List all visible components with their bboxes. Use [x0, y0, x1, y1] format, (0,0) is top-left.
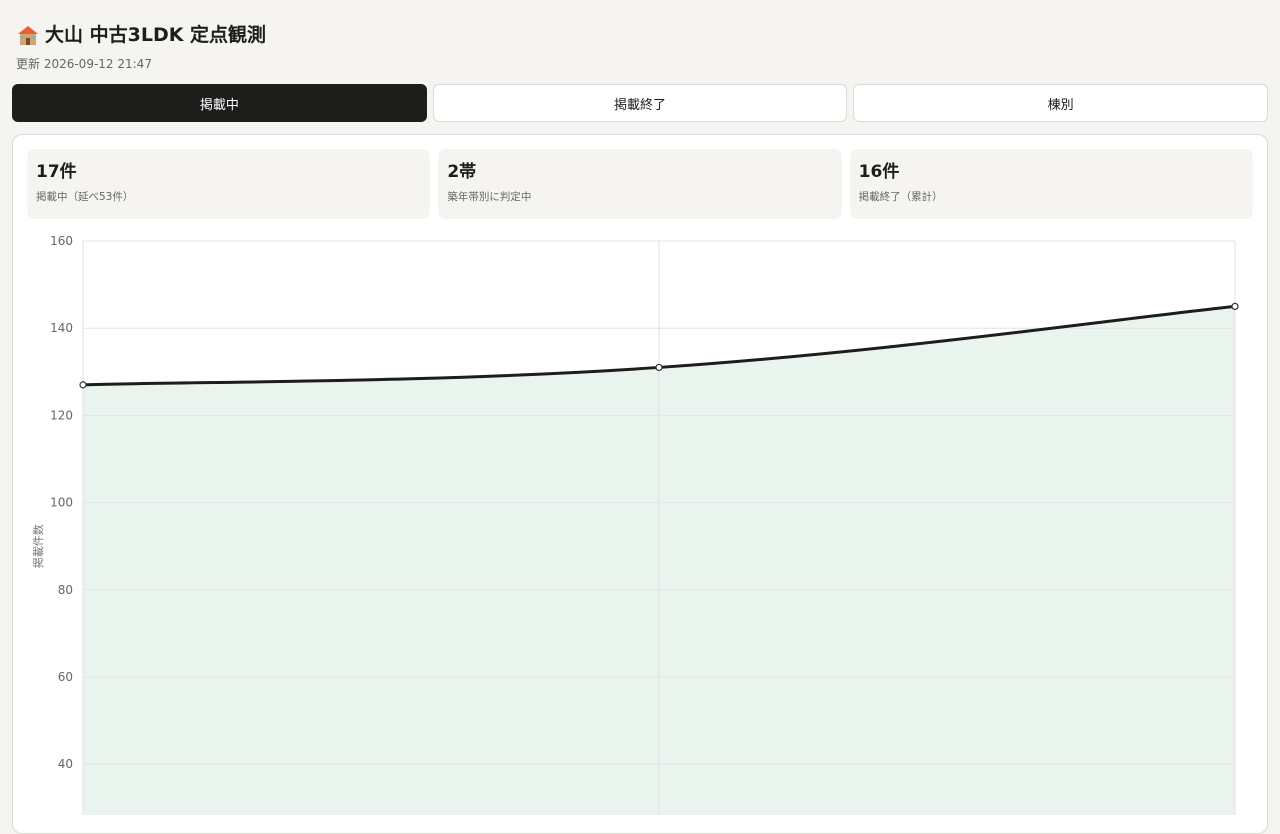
- stat-card-ended: 16件 掲載終了（累計）: [849, 149, 1253, 219]
- y-tick-label: 140: [50, 321, 73, 335]
- y-tick-label: 120: [50, 408, 73, 422]
- stat-value: 2帯: [447, 162, 477, 182]
- y-tick-label: 160: [50, 235, 73, 248]
- tab-by-building[interactable]: 棟別: [853, 84, 1269, 122]
- data-point: [1231, 302, 1239, 311]
- stat-value: 16件: [858, 162, 900, 182]
- data-point: [655, 363, 663, 372]
- stat-value: 17件: [36, 162, 77, 182]
- tab-bar: 掲載中 掲載終了 棟別: [12, 84, 1269, 122]
- y-tick-label: 100: [50, 496, 73, 510]
- stat-label: 築年帯別に判定中: [447, 191, 532, 203]
- tab-listed[interactable]: 掲載中: [12, 84, 427, 122]
- data-point: [79, 381, 87, 389]
- tab-ended[interactable]: 掲載終了: [432, 84, 848, 122]
- stat-label: 掲載中（延べ53件）: [36, 191, 134, 203]
- house-icon: [18, 26, 38, 45]
- y-tick-label: 60: [58, 670, 73, 684]
- y-tick-label: 80: [58, 583, 73, 597]
- stat-card-age-bands: 2帯 築年帯別に判定中: [438, 149, 842, 219]
- stats-row: 17件 掲載中（延べ53件） 2帯 築年帯別に判定中 16件 掲載終了（累計）: [27, 149, 1253, 219]
- updated-timestamp: 更新 2026-09-12 21:47: [16, 57, 152, 71]
- stat-card-listed: 17件 掲載中（延べ53件）: [27, 149, 431, 219]
- page-title: 大山 中古3LDK 定点観測: [16, 20, 266, 50]
- page-header: 大山 中古3LDK 定点観測 更新 2026-09-12 21:47: [16, 20, 266, 72]
- listings-chart: 40 60 80 100 120 140 160 掲載件数: [31, 235, 1239, 815]
- title-text: 大山 中古3LDK 定点観測: [45, 24, 267, 46]
- main-panel: 17件 掲載中（延べ53件） 2帯 築年帯別に判定中 16件 掲載終了（累計） …: [12, 134, 1268, 834]
- y-axis-label: 掲載件数: [31, 524, 45, 568]
- stat-label: 掲載終了（累計）: [858, 191, 943, 203]
- y-tick-label: 40: [58, 757, 73, 771]
